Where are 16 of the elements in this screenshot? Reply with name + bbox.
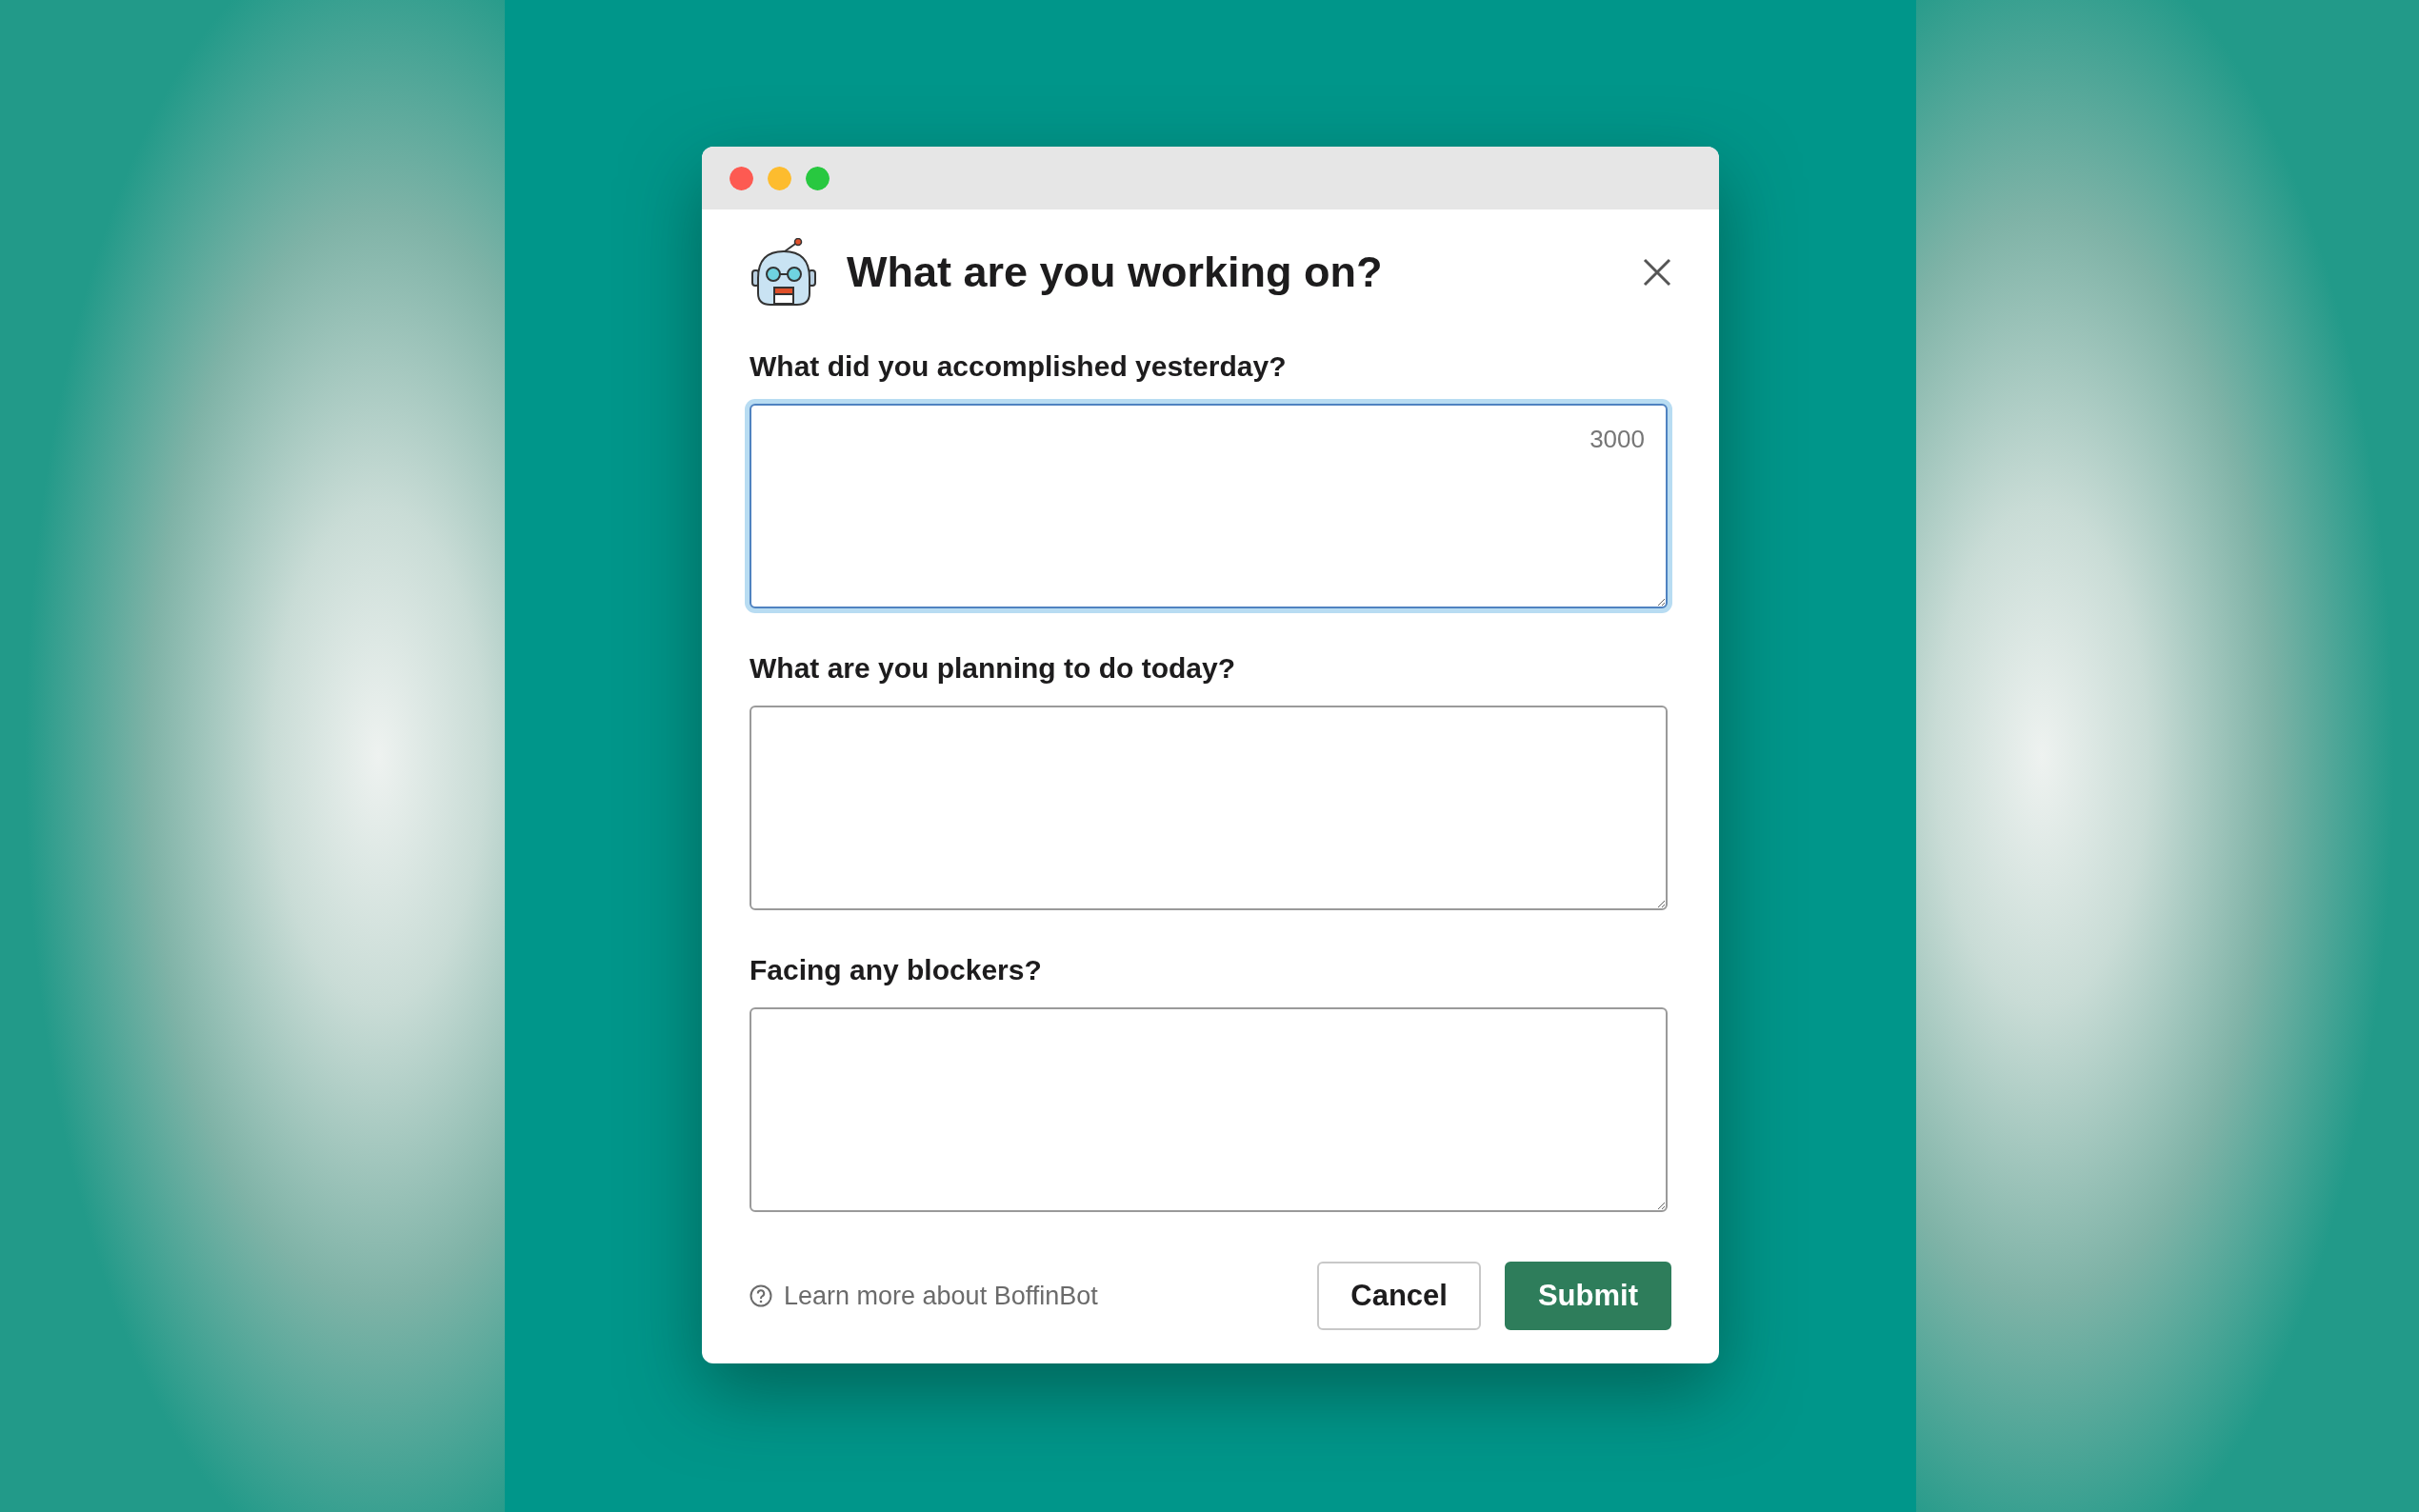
- robot-icon: [750, 238, 818, 307]
- help-icon: [750, 1284, 772, 1307]
- field-label: What did you accomplished yesterday?: [750, 350, 1287, 383]
- help-link[interactable]: Learn more about BoffinBot: [784, 1281, 1098, 1311]
- character-count: 3000: [1589, 425, 1645, 454]
- text-area[interactable]: [750, 404, 1668, 608]
- close-window-icon[interactable]: [730, 166, 753, 190]
- field-label: Facing any blockers?: [750, 954, 1042, 986]
- text-area[interactable]: [750, 706, 1668, 910]
- submit-button[interactable]: Submit: [1504, 1262, 1671, 1330]
- text-area[interactable]: [750, 1007, 1668, 1212]
- close-icon[interactable]: [1643, 258, 1671, 287]
- cancel-button[interactable]: Cancel: [1317, 1262, 1481, 1330]
- maximize-window-icon[interactable]: [806, 166, 830, 190]
- field-label: What are you planning to do today?: [750, 652, 1235, 685]
- dialog-title: What are you working on?: [847, 248, 1384, 297]
